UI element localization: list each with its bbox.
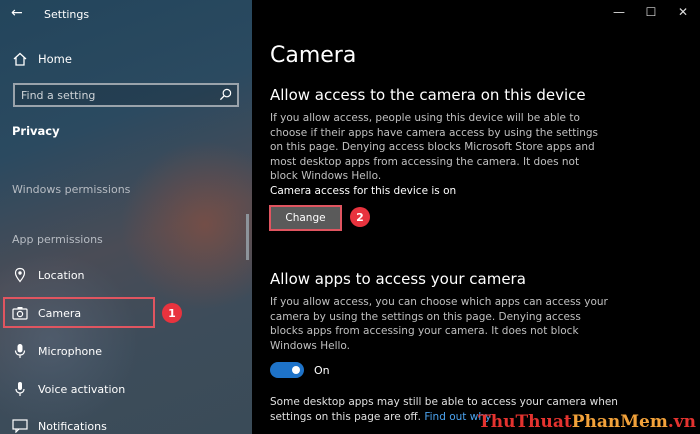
change-button[interactable]: Change: [269, 205, 342, 231]
sidebar-item-label: Microphone: [38, 344, 103, 358]
maximize-icon[interactable]: ☐: [641, 5, 661, 19]
microphone-icon: [12, 343, 28, 359]
sidebar-item-location[interactable]: Location: [12, 264, 85, 286]
section-windows-permissions: Windows permissions: [12, 183, 131, 196]
close-icon[interactable]: ✕: [673, 5, 693, 19]
notifications-icon: [12, 418, 28, 434]
watermark-part2: PhanMem: [571, 412, 668, 432]
step-badge-2: 2: [350, 207, 370, 227]
camera-highlight-box: [3, 297, 155, 328]
voice-activation-icon: [12, 381, 28, 397]
section1-heading: Allow access to the camera on this devic…: [270, 86, 586, 104]
camera-access-toggle[interactable]: [270, 362, 304, 378]
title-bar: ← Settings — ☐ ✕: [0, 0, 700, 30]
sidebar-item-label: Voice activation: [38, 382, 126, 396]
search-input[interactable]: [21, 87, 211, 103]
sidebar-item-label: Location: [38, 268, 85, 282]
window-title: Settings: [44, 8, 90, 21]
watermark-part3: .vn: [667, 412, 696, 432]
sidebar-item-label: Notifications: [38, 419, 107, 433]
watermark-part1: ThuThuat: [478, 412, 572, 432]
sidebar: Home Privacy Windows permissions App per…: [0, 0, 252, 434]
sidebar-item-microphone[interactable]: Microphone: [12, 340, 102, 362]
camera-access-status: Camera access for this device is on: [270, 185, 457, 197]
section2-heading: Allow apps to access your camera: [270, 270, 526, 288]
page-title: Camera: [270, 43, 357, 68]
category-title: Privacy: [12, 124, 60, 138]
sidebar-item-notifications[interactable]: Notifications: [12, 415, 107, 434]
home-icon: [13, 52, 27, 66]
section2-description: If you allow access, you can choose whic…: [270, 296, 608, 352]
toggle-label: On: [314, 364, 330, 377]
watermark: ThuThuatPhanMem.vn: [478, 412, 696, 432]
main-pane: Camera Allow access to the camera on thi…: [252, 0, 700, 434]
step-badge-1: 1: [162, 303, 182, 323]
section1-description: If you allow access, people using this d…: [270, 112, 599, 182]
search-box[interactable]: [13, 83, 239, 107]
search-icon[interactable]: [219, 88, 232, 101]
section-app-permissions: App permissions: [12, 233, 103, 246]
location-icon: [12, 267, 28, 283]
home-label: Home: [38, 52, 72, 66]
home-nav-item[interactable]: Home: [12, 51, 72, 67]
back-arrow-icon[interactable]: ←: [11, 5, 23, 21]
sidebar-item-voice-activation[interactable]: Voice activation: [12, 378, 125, 400]
sidebar-scrollbar[interactable]: [246, 214, 249, 260]
minimize-icon[interactable]: —: [609, 5, 629, 19]
